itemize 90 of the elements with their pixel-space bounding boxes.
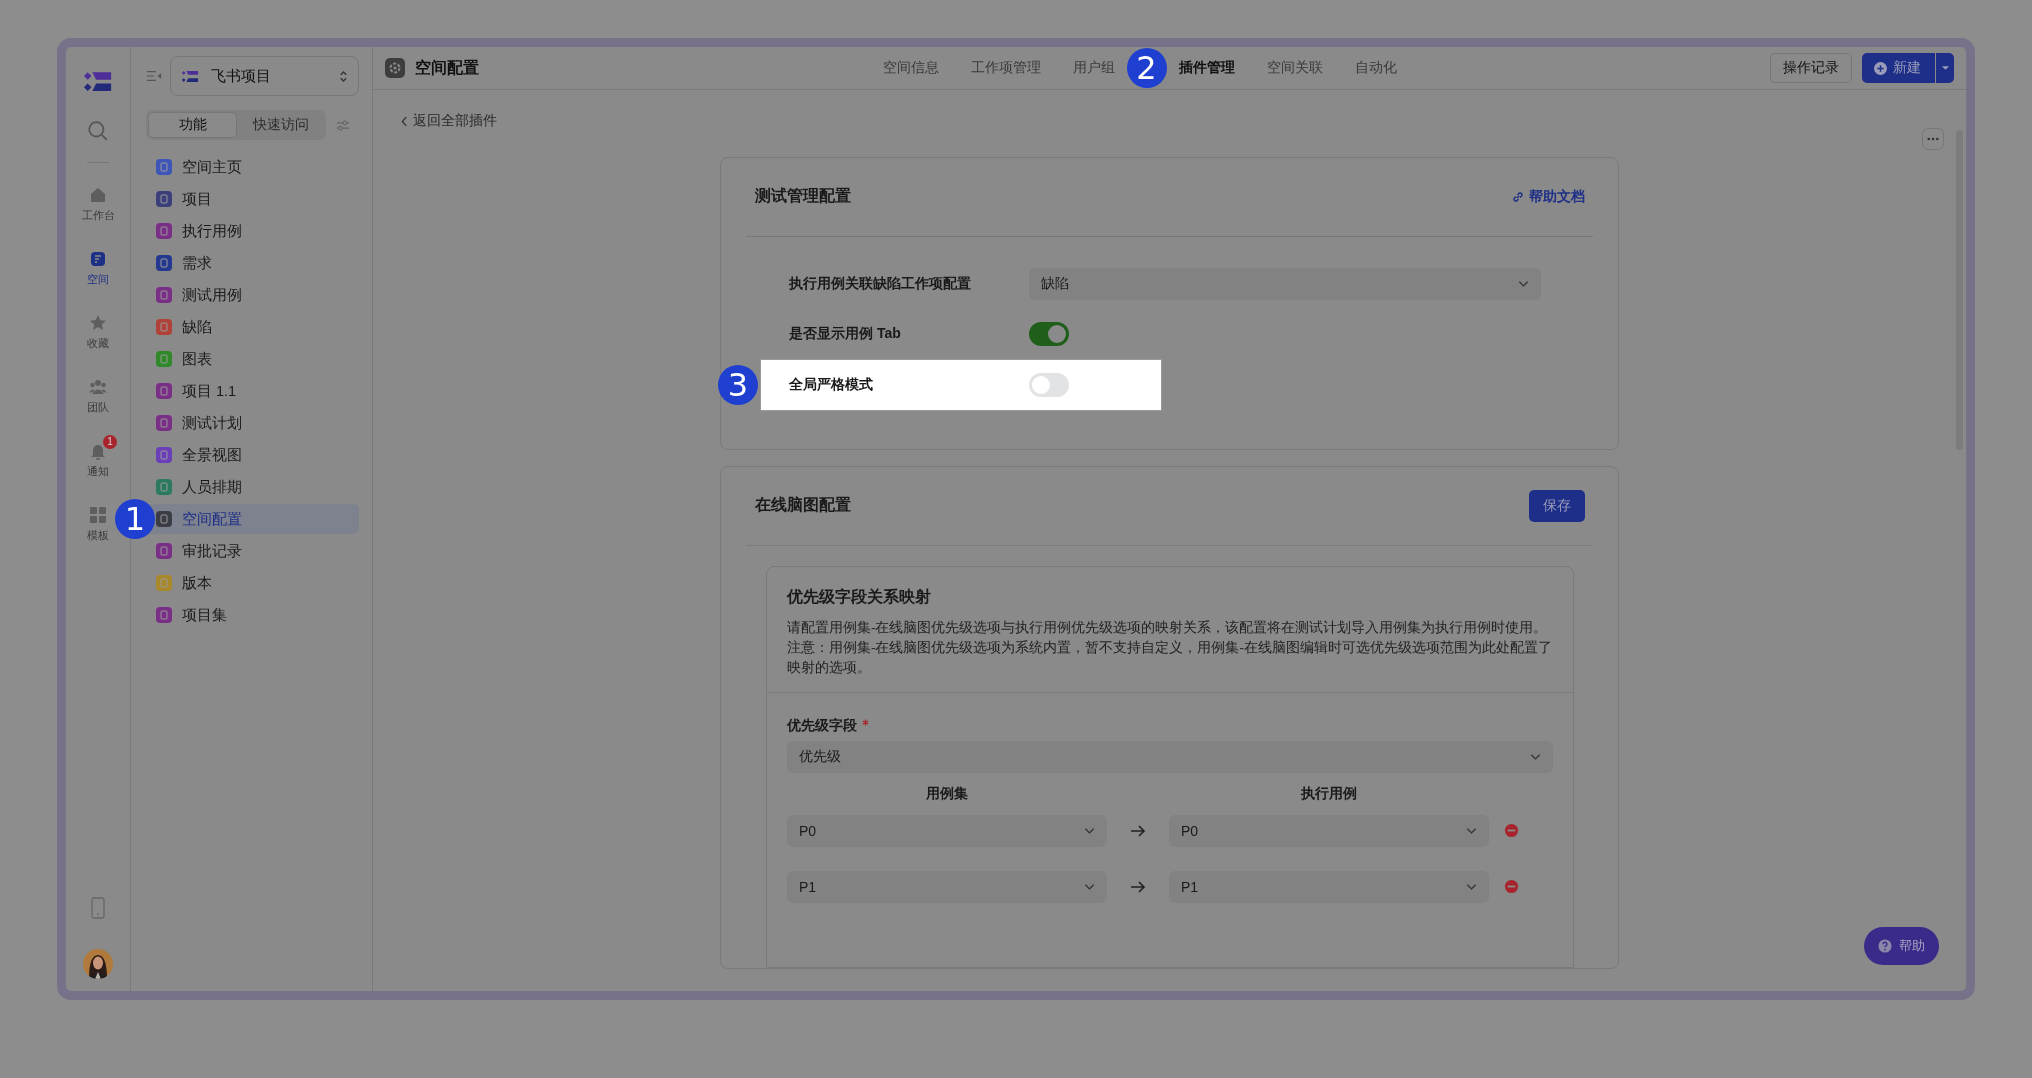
chevron-down-icon — [1530, 752, 1541, 761]
rail-item[interactable]: 团队 — [81, 371, 115, 435]
save-button[interactable]: 保存 — [1529, 489, 1585, 522]
chevron-down-icon — [1084, 882, 1095, 891]
field-label: 优先级字段 — [787, 716, 857, 735]
project-selector[interactable]: 飞书项目 — [170, 56, 359, 96]
remove-icon[interactable] — [1504, 823, 1519, 838]
chevron-left-icon — [401, 115, 408, 127]
sidebar-item[interactable]: 项目集 — [146, 600, 359, 630]
select-field[interactable]: P0 — [787, 814, 1107, 847]
team-icon — [88, 377, 108, 397]
rail-item[interactable]: 工作台 — [81, 179, 115, 243]
header-tab[interactable]: 空间信息 — [882, 47, 939, 89]
logo-icon[interactable] — [83, 71, 113, 92]
page-title: 空间配置 — [415, 57, 479, 78]
logo-icon — [181, 69, 199, 83]
select-field[interactable]: P1 — [1169, 870, 1489, 903]
column-header: 用例集 — [925, 784, 969, 803]
setting-label: 执行用例关联缺陷工作项配置 — [789, 274, 972, 293]
plus-icon — [1874, 61, 1887, 75]
sidebar-item[interactable]: 人员排期 — [146, 472, 359, 502]
notification-badge: 1 — [103, 435, 117, 449]
description-text: 注意：用例集-在线脑图优先级选项为系统内置，暂不支持自定义，用例集-在线脑图编辑时可选优先级选项范围为此处配置了映射的选项。 — [787, 638, 1553, 677]
description-text: 请配置用例集-在线脑图优先级选项与执行用例优先级选项的映射关系，该配置将在测试计划导入用例集为执行用例时使用。 — [787, 618, 1549, 637]
toggle-switch[interactable] — [1029, 372, 1069, 397]
sidebar-item[interactable]: 审批记录 — [146, 536, 359, 566]
sidebar-item[interactable]: 图表 — [146, 344, 359, 374]
new-button[interactable]: 新建 — [1862, 53, 1935, 83]
more-button[interactable] — [1922, 128, 1944, 150]
sidebar-item[interactable]: 测试用例 — [146, 280, 359, 310]
section-title: 优先级字段关系映射 — [787, 586, 932, 607]
sidebar-item[interactable]: 缺陷 — [146, 312, 359, 342]
select-field[interactable]: 优先级 — [787, 740, 1553, 773]
dropdown-button[interactable] — [1936, 53, 1954, 83]
step-marker: 1 — [115, 499, 155, 539]
rail-item[interactable]: 通知 1 — [81, 435, 115, 499]
header-tab[interactable]: 工作项管理 — [970, 47, 1041, 89]
step-marker: 3 — [718, 364, 758, 405]
arrow-icon — [1130, 823, 1146, 838]
space-icon — [88, 249, 108, 269]
phone-icon[interactable] — [91, 897, 105, 919]
card-title: 测试管理配置 — [755, 186, 851, 206]
column-header: 执行用例 — [1300, 784, 1358, 803]
search-icon[interactable] — [87, 120, 109, 142]
sidebar-item[interactable]: 空间主页 — [146, 152, 359, 182]
header-tab[interactable]: 空间关联 — [1266, 47, 1323, 89]
step-marker: 2 — [1126, 48, 1167, 88]
question-icon — [1878, 939, 1892, 953]
header-tab[interactable]: 用户组 — [1072, 47, 1115, 89]
more-icon — [1927, 137, 1939, 141]
sidebar-tab[interactable]: 快速访问 — [237, 112, 324, 138]
setting-label: 全局严格模式 — [789, 375, 874, 394]
sidebar-item[interactable]: 执行用例 — [146, 216, 359, 246]
chevron-down-icon — [1518, 279, 1529, 288]
select-field[interactable]: P1 — [787, 870, 1107, 903]
arrow-icon — [1130, 879, 1146, 894]
sidebar-tab[interactable]: 功能 — [148, 112, 237, 138]
sidebar-item[interactable]: 项目 — [146, 184, 359, 214]
grid-icon — [88, 505, 108, 525]
help-button[interactable]: 帮助 — [1864, 927, 1939, 965]
toggle-switch[interactable] — [1029, 321, 1069, 346]
chevron-down-icon — [1466, 826, 1477, 835]
back-link[interactable]: 返回全部插件 — [401, 112, 497, 130]
chevron-down-icon — [1466, 882, 1477, 891]
sidebar-item[interactable]: 需求 — [146, 248, 359, 278]
header-tab[interactable]: 插件管理 — [1178, 47, 1235, 89]
rail-item[interactable]: 空间 — [81, 243, 115, 307]
select-field[interactable]: 缺陷 — [1029, 267, 1541, 300]
remove-icon[interactable] — [1504, 879, 1519, 894]
header-tab[interactable]: 自动化 — [1354, 47, 1397, 89]
home-icon — [88, 185, 108, 205]
help-link[interactable]: 帮助文档 — [1511, 187, 1585, 206]
link-icon — [1511, 189, 1525, 204]
chevron-down-icon — [1084, 826, 1095, 835]
caret-icon — [1940, 65, 1950, 71]
setting-label: 是否显示用例 Tab — [789, 324, 902, 343]
star-icon — [88, 313, 108, 333]
sidebar-item[interactable]: 项目 1.1 — [146, 376, 359, 406]
sidebar-item[interactable]: 全景视图 — [146, 440, 359, 470]
settings-icon — [385, 58, 405, 78]
filter-icon[interactable] — [336, 118, 350, 132]
sidebar-item[interactable]: 版本 — [146, 568, 359, 598]
select-field[interactable]: P0 — [1169, 814, 1489, 847]
card-title: 在线脑图配置 — [755, 495, 851, 515]
rail-item[interactable]: 收藏 — [81, 307, 115, 371]
history-button[interactable]: 操作记录 — [1770, 53, 1852, 83]
sidebar-item[interactable]: 测试计划 — [146, 408, 359, 438]
sort-icon — [339, 68, 348, 84]
collapse-icon[interactable] — [146, 69, 162, 83]
rail-item[interactable]: 模板 — [81, 499, 115, 563]
